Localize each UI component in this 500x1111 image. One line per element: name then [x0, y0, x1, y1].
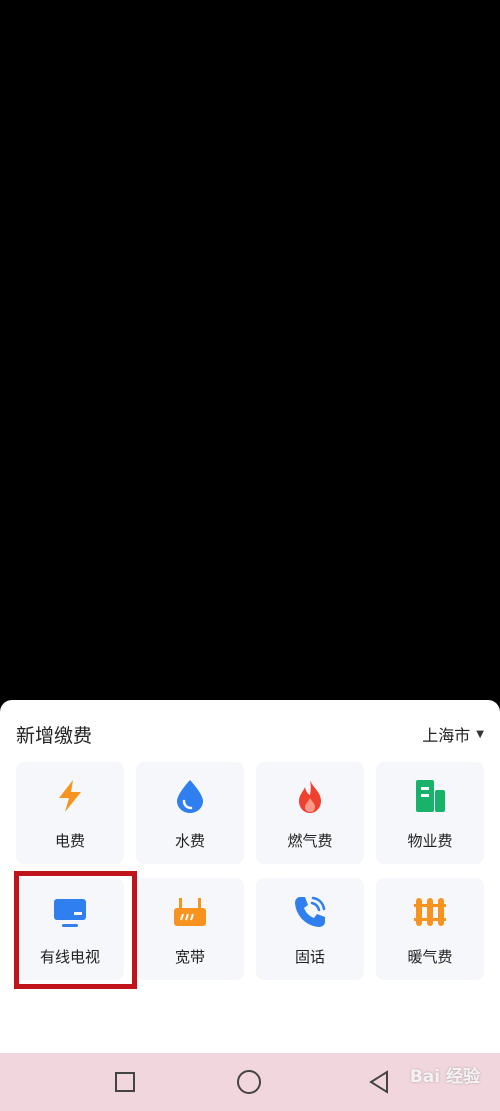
- building-icon: [412, 778, 448, 814]
- recent-apps-button[interactable]: [112, 1069, 138, 1095]
- watermark-logo: Bai 经验: [409, 1067, 480, 1087]
- tile-label: 物业费: [407, 832, 453, 850]
- tile-broadband[interactable]: 宽带: [136, 878, 244, 980]
- flame-icon: [292, 778, 328, 814]
- water-drop-icon: [172, 778, 208, 814]
- sheet-title: 新增缴费: [16, 724, 93, 747]
- tile-label: 燃气费: [287, 832, 333, 850]
- tile-label: 电费: [54, 832, 85, 850]
- router-icon: [172, 894, 208, 930]
- lightning-icon: [52, 778, 88, 814]
- tile-label: 固话: [294, 948, 325, 966]
- tile-gas[interactable]: 燃气费: [256, 762, 364, 864]
- home-button[interactable]: [236, 1069, 262, 1095]
- city-selector[interactable]: 上海市 ▼: [422, 722, 484, 746]
- tile-water[interactable]: 水费: [136, 762, 244, 864]
- tile-label: 暖气费: [407, 948, 453, 966]
- tile-heating[interactable]: 暖气费: [376, 878, 484, 980]
- tile-property[interactable]: 物业费: [376, 762, 484, 864]
- city-label: 上海市: [422, 726, 471, 745]
- tile-label: 宽带: [174, 948, 205, 966]
- phone-icon: [292, 894, 328, 930]
- caret-down-icon: ▼: [476, 728, 484, 740]
- highlight-box: [14, 871, 137, 989]
- tile-electricity[interactable]: 电费: [16, 762, 124, 864]
- tile-label: 水费: [174, 832, 205, 850]
- radiator-icon: [412, 894, 448, 930]
- dimmed-background[interactable]: [0, 0, 500, 700]
- sheet-header: 新增缴费 上海市 ▼: [16, 720, 484, 748]
- tile-landline[interactable]: 固话: [256, 878, 364, 980]
- back-button[interactable]: [366, 1069, 392, 1095]
